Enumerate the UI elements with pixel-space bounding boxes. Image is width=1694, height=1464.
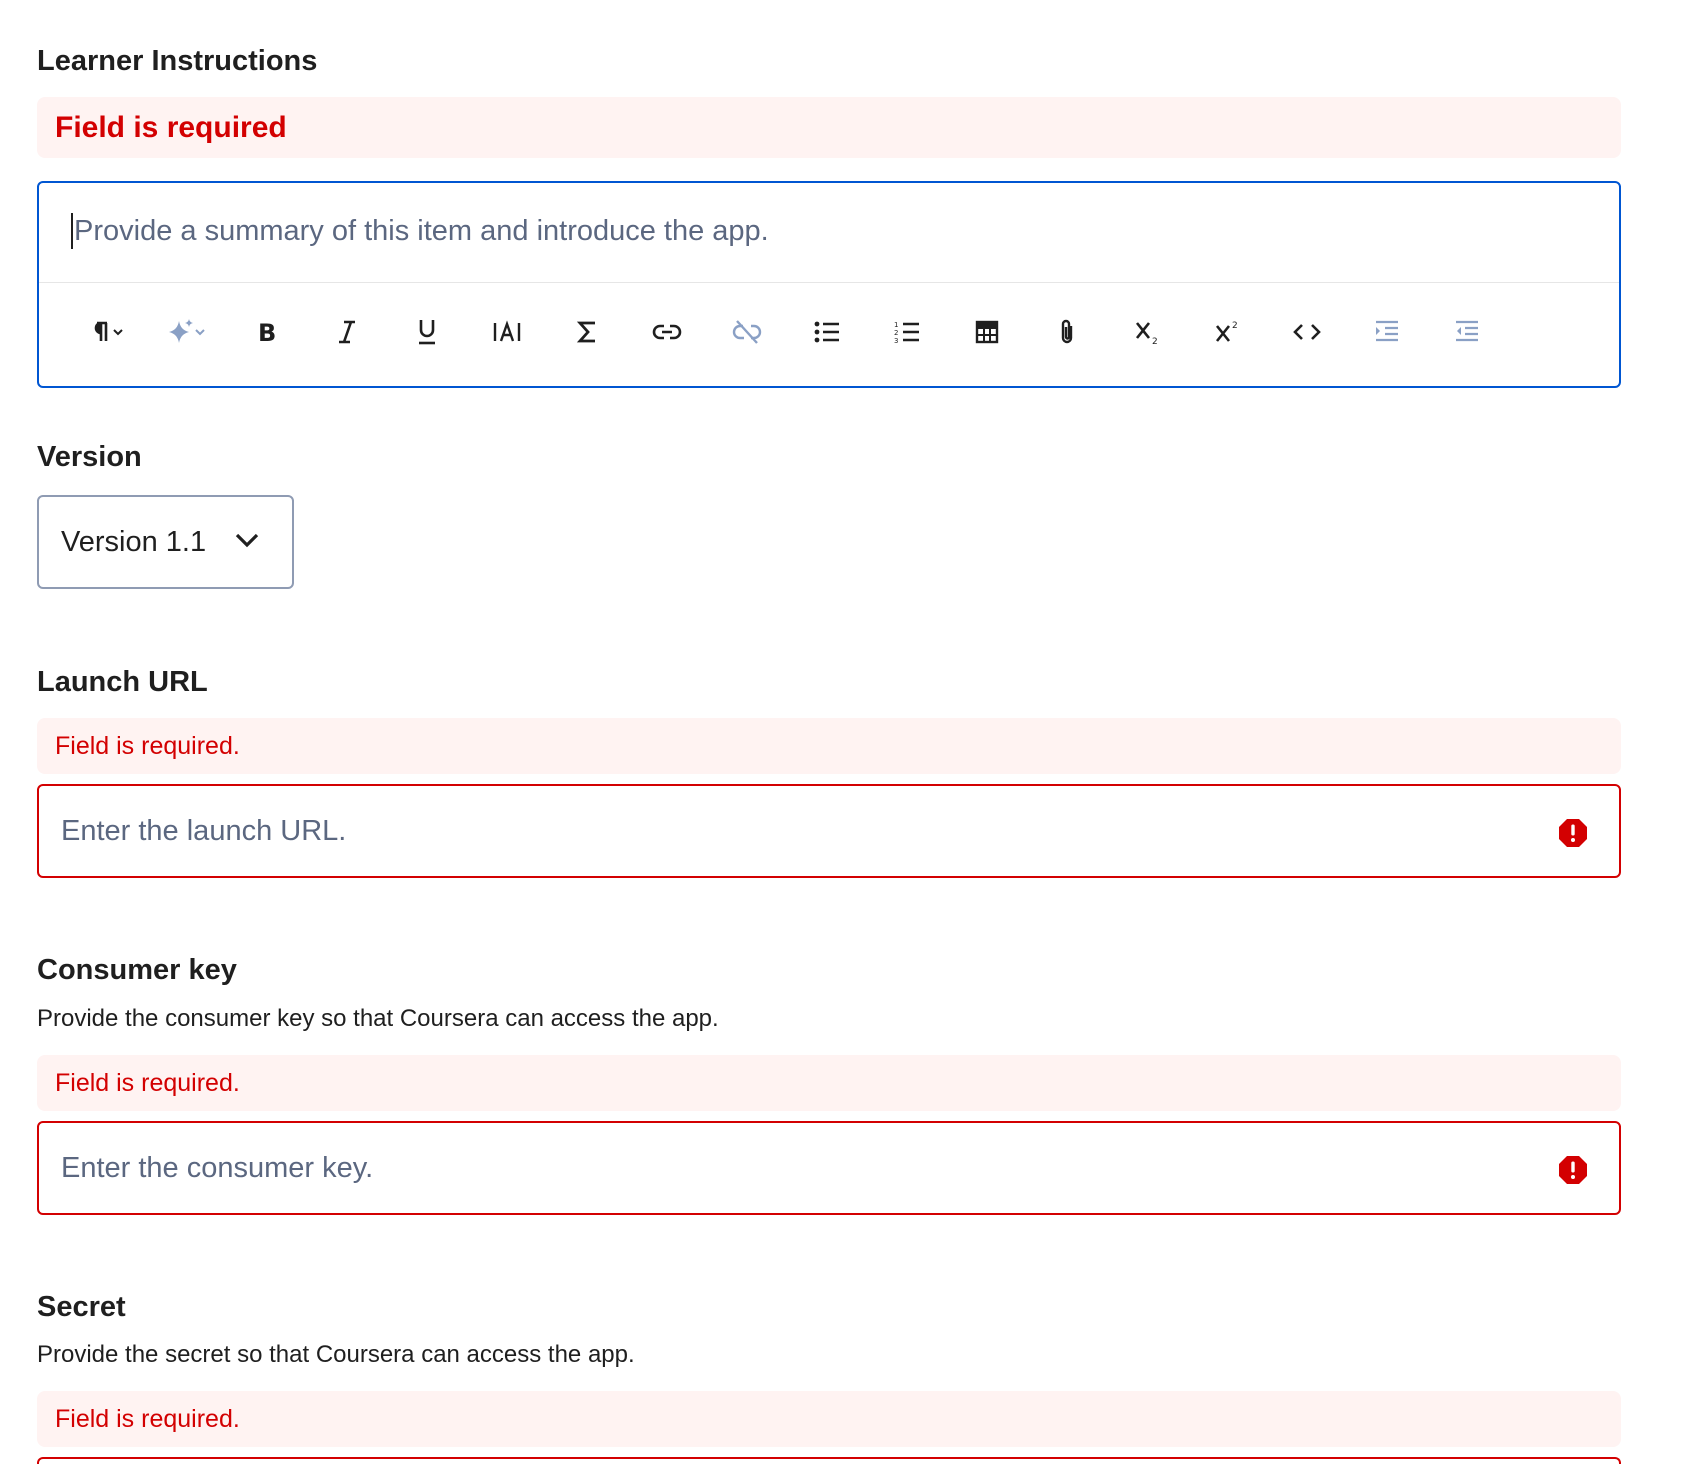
launch-url-input[interactable] <box>61 814 1541 848</box>
unlink-button[interactable] <box>707 304 787 360</box>
superscript-button[interactable]: 2 <box>1187 304 1267 360</box>
attachment-icon <box>1061 319 1073 344</box>
link-icon <box>652 324 682 340</box>
svg-text:B: B <box>258 319 276 345</box>
superscript-icon: 2 <box>1215 321 1238 342</box>
launch-url-error: Field is required. <box>37 718 1621 774</box>
bold-button[interactable]: B <box>227 304 307 360</box>
secret-help: Provide the secret so that Coursera can … <box>37 1341 635 1368</box>
underline-button[interactable] <box>387 304 467 360</box>
svg-text:2: 2 <box>1232 321 1238 331</box>
consumer-key-help: Provide the consumer key so that Courser… <box>37 1005 719 1032</box>
editor-toolbar: B 1 2 3 2 2 <box>67 289 1507 375</box>
unlink-icon <box>732 320 762 344</box>
numbered-list-icon: 1 2 3 <box>894 321 919 344</box>
link-button[interactable] <box>627 304 707 360</box>
consumer-key-error: Field is required. <box>37 1055 1621 1111</box>
editor-divider <box>39 282 1619 283</box>
launch-url-label: Launch URL <box>37 666 208 698</box>
text-size-button[interactable] <box>467 304 547 360</box>
indent-button[interactable] <box>1347 304 1427 360</box>
math-button[interactable] <box>547 304 627 360</box>
code-button[interactable] <box>1267 304 1347 360</box>
bulleted-list-button[interactable] <box>787 304 867 360</box>
text-size-icon <box>493 320 521 342</box>
learner-instructions-error: Field is required <box>37 97 1621 158</box>
outdent-button[interactable] <box>1427 304 1507 360</box>
svg-text:2: 2 <box>1152 337 1158 345</box>
error-alert-icon <box>1559 1156 1587 1184</box>
consumer-key-label: Consumer key <box>37 954 237 986</box>
secret-field[interactable] <box>37 1457 1621 1464</box>
bulleted-list-icon <box>814 321 839 343</box>
table-icon <box>975 320 999 344</box>
secret-error: Field is required. <box>37 1391 1621 1447</box>
text-caret <box>71 213 73 249</box>
lti-app-form: Learner Instructions Field is required P… <box>0 0 1694 1464</box>
paragraph-format-button[interactable] <box>67 304 147 360</box>
paragraph-format-icon <box>94 321 123 341</box>
attachment-button[interactable] <box>1027 304 1107 360</box>
indent-icon <box>1376 320 1398 342</box>
svg-text:3: 3 <box>894 337 898 344</box>
version-selected-value: Version 1.1 <box>61 525 207 558</box>
version-label: Version <box>37 441 142 473</box>
subscript-button[interactable]: 2 <box>1107 304 1187 360</box>
bold-icon: B <box>258 319 276 345</box>
italic-icon <box>339 320 355 344</box>
version-select[interactable]: Version 1.1 <box>37 495 294 589</box>
subscript-icon: 2 <box>1135 322 1158 345</box>
ai-assist-icon <box>169 319 205 343</box>
learner-instructions-editor[interactable]: Provide a summary of this item and intro… <box>37 181 1621 388</box>
learner-instructions-label: Learner Instructions <box>37 45 318 77</box>
code-icon <box>1293 324 1321 340</box>
consumer-key-field[interactable] <box>37 1121 1621 1215</box>
launch-url-field[interactable] <box>37 784 1621 878</box>
table-button[interactable] <box>947 304 1027 360</box>
chevron-down-icon <box>235 533 259 548</box>
editor-content[interactable]: Provide a summary of this item and intro… <box>71 213 769 249</box>
numbered-list-button[interactable]: 1 2 3 <box>867 304 947 360</box>
ai-assist-button[interactable] <box>147 304 227 360</box>
svg-text:1: 1 <box>894 321 898 329</box>
underline-icon <box>419 320 435 345</box>
outdent-icon <box>1456 320 1478 342</box>
math-sigma-icon <box>576 321 595 343</box>
editor-placeholder: Provide a summary of this item and intro… <box>74 214 769 247</box>
italic-button[interactable] <box>307 304 387 360</box>
secret-label: Secret <box>37 1291 126 1323</box>
error-alert-icon <box>1559 819 1587 847</box>
consumer-key-input[interactable] <box>61 1151 1541 1185</box>
svg-text:2: 2 <box>894 329 898 337</box>
